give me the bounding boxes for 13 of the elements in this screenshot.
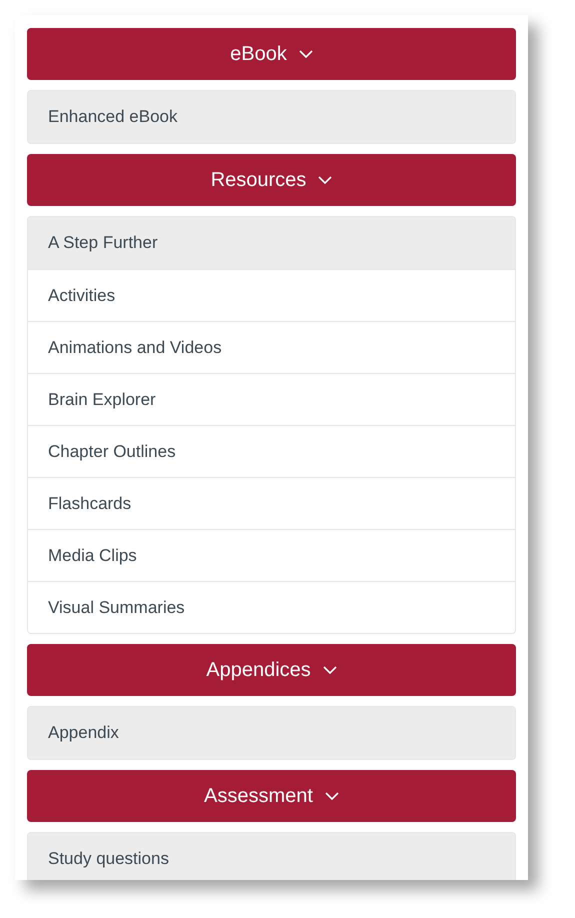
chevron-down-icon <box>318 176 332 184</box>
chevron-down-icon <box>298 50 313 58</box>
section-header-button[interactable]: Appendices <box>27 644 516 696</box>
menu-item[interactable]: A Step Further <box>28 217 515 269</box>
menu-item[interactable]: Study questions <box>28 833 515 880</box>
section-header-button[interactable]: Assessment <box>27 770 516 822</box>
section-header-button[interactable]: eBook <box>27 28 516 80</box>
menu-item[interactable]: Visual Summaries <box>28 581 515 633</box>
menu-item[interactable]: Enhanced eBook <box>28 91 515 143</box>
menu-item[interactable]: Appendix <box>28 707 515 759</box>
chevron-down-icon <box>322 666 337 674</box>
chevron-down-icon <box>324 792 339 800</box>
section-header-button[interactable]: Resources <box>27 154 516 206</box>
